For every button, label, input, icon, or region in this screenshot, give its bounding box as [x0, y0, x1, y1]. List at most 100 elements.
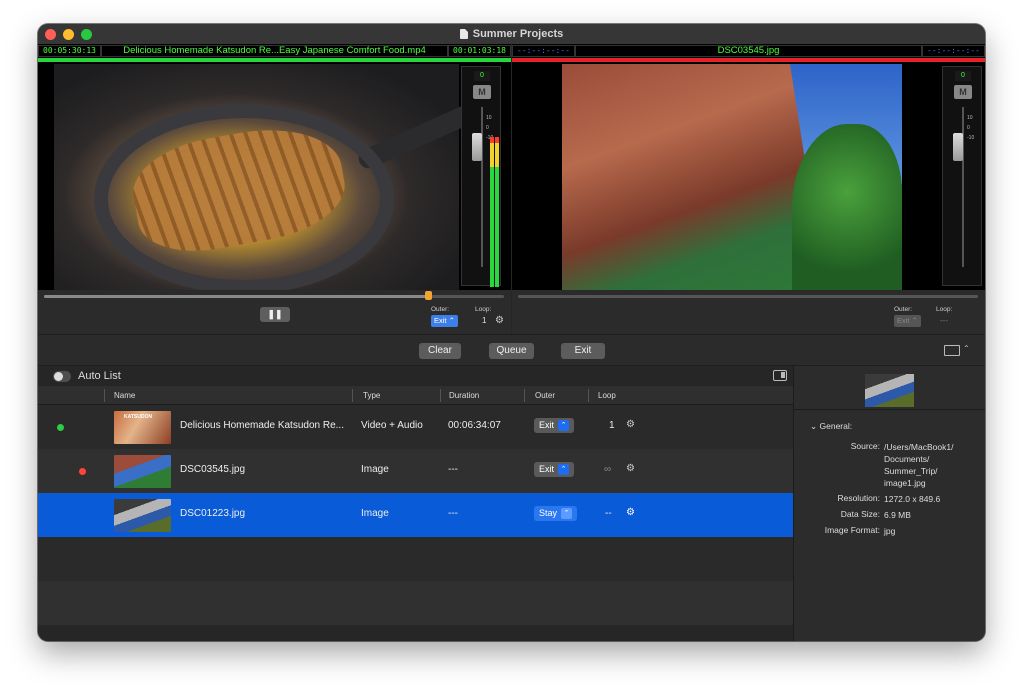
row-outer-select[interactable]: Exit ⌃ — [534, 418, 575, 433]
image-format-value: jpg — [884, 526, 896, 536]
column-separator — [524, 389, 525, 402]
right-fader-knob[interactable] — [953, 133, 963, 161]
empty-row — [38, 581, 793, 625]
right-mute-button[interactable]: M — [954, 85, 972, 99]
right-transport: Outer: Exit ⌃ Loop: --- — [512, 290, 985, 334]
source-value: /Users/MacBook1/ Documents/ Summer_Trip/… — [884, 441, 953, 489]
right-scrub-bar[interactable] — [518, 295, 978, 298]
source-line: /Users/MacBook1/ — [884, 442, 954, 452]
chevron-updown-icon: ⌃ — [561, 508, 573, 519]
auto-list-label: Auto List — [78, 370, 121, 382]
row-outer-select[interactable]: Stay ⌃ — [534, 506, 578, 521]
column-header-duration[interactable]: Duration — [449, 391, 479, 400]
right-preview-frame — [562, 64, 902, 290]
right-timecode-out: --:--:--:-- — [922, 45, 985, 57]
right-outer-value: Exit — [897, 316, 910, 325]
column-header-outer[interactable]: Outer — [535, 391, 555, 400]
left-scale-tick-2: 0 — [486, 125, 489, 131]
right-scale-tick-3: -10 — [967, 135, 975, 141]
resolution-value: 1272.0 x 849.6 — [884, 494, 941, 504]
row-duration: --- — [448, 508, 458, 519]
pause-button[interactable]: ❚❚ — [260, 307, 290, 322]
left-scrub-bar[interactable] — [44, 295, 504, 298]
right-preview-viewer[interactable]: 0 M 10 0 -10 — [512, 62, 985, 290]
left-timecode-out: 00:01:03:18 — [448, 45, 511, 57]
tree-graphic — [792, 124, 902, 290]
left-mute-button[interactable]: M — [473, 85, 491, 99]
right-loop-value: --- — [940, 316, 948, 325]
left-outer-select[interactable]: Exit ⌃ — [431, 315, 458, 327]
right-outer-select[interactable]: Exit ⌃ — [894, 315, 921, 327]
left-outer-value: Exit — [434, 316, 447, 325]
column-separator — [440, 389, 441, 402]
right-loop-label: Loop: — [936, 306, 953, 313]
left-loop-label: Loop: — [475, 306, 492, 313]
chevron-down-icon: ⌄ — [810, 421, 818, 431]
row-thumbnail — [114, 499, 171, 532]
resolution-label: Resolution: — [837, 493, 880, 503]
column-separator — [352, 389, 353, 402]
row-name: DSC01223.jpg — [180, 508, 246, 519]
inspector-thumbnail — [865, 374, 914, 407]
general-section-label: General: — [819, 421, 853, 431]
left-level-bar-r — [495, 137, 499, 287]
app-window: Summer Projects 00:05:30:13 Delicious Ho… — [38, 24, 985, 641]
row-name: Delicious Homemade Katsudon Re... — [180, 420, 344, 431]
left-loop-gear-icon[interactable]: ⚙ — [495, 315, 504, 326]
window-controls — [45, 29, 92, 40]
output-display-icon[interactable] — [944, 345, 960, 356]
right-timecode-in: --:--:--:-- — [512, 45, 575, 57]
clear-button[interactable]: Clear — [419, 343, 461, 359]
sidebar-toggle-icon[interactable] — [773, 370, 787, 381]
right-preview-filename: DSC03545.jpg — [574, 45, 923, 57]
document-icon — [459, 29, 468, 39]
row-gear-icon[interactable]: ⚙ — [626, 419, 635, 430]
close-button[interactable] — [45, 29, 56, 40]
left-preview-viewer[interactable]: 0 M 10 0 -10 — [38, 62, 511, 290]
minimize-button[interactable] — [63, 29, 74, 40]
inspector-thumbnail-area — [794, 366, 985, 410]
row-type: Image — [361, 508, 389, 519]
source-line: Summer_Trip/ — [884, 466, 938, 476]
chevron-updown-icon[interactable]: ⌃ — [963, 344, 970, 353]
table-header: Name Type Duration Outer Loop — [38, 386, 793, 405]
column-header-type[interactable]: Type — [363, 391, 380, 400]
table-row[interactable]: DSC03545.jpg Image --- Exit ⌃ ∞ ⚙ — [38, 449, 793, 493]
zoom-button[interactable] — [81, 29, 92, 40]
preview-right-timecode-bar: --:--:--:-- DSC03545.jpg --:--:--:-- — [512, 44, 985, 58]
left-audio-meter: 0 M 10 0 -10 — [461, 66, 501, 287]
empty-row — [38, 537, 793, 581]
left-fader-knob[interactable] — [472, 133, 482, 161]
table-row-selected[interactable]: DSC01223.jpg Image --- Stay ⌃ -- ⚙ — [38, 493, 793, 537]
left-preview-frame — [54, 64, 483, 290]
chevron-updown-icon: ⌃ — [558, 420, 570, 431]
column-header-loop[interactable]: Loop — [598, 391, 616, 400]
table-row[interactable]: Delicious Homemade Katsudon Re... Video … — [38, 405, 793, 449]
row-outer-value: Stay — [539, 508, 558, 518]
column-separator — [588, 389, 589, 402]
source-line: Documents/ — [884, 454, 930, 464]
row-loop: ∞ — [604, 464, 612, 475]
column-header-name[interactable]: Name — [114, 391, 135, 400]
inspector-panel: ⌄ General: Source: /Users/MacBook1/ Docu… — [794, 366, 985, 641]
right-level-readout: 0 — [955, 71, 971, 81]
image-format-label: Image Format: — [824, 525, 880, 535]
row-loop: -- — [605, 508, 612, 519]
row-outer-value: Exit — [539, 420, 555, 430]
left-playhead[interactable] — [425, 291, 432, 300]
general-section-header[interactable]: ⌄ General: — [810, 421, 852, 432]
queue-button[interactable]: Queue — [489, 343, 534, 359]
exit-button[interactable]: Exit — [561, 343, 605, 359]
row-gear-icon[interactable]: ⚙ — [626, 507, 635, 518]
row-outer-select[interactable]: Exit ⌃ — [534, 462, 575, 477]
auto-list-toggle[interactable] — [53, 370, 71, 382]
source-line: image1.jpg — [884, 478, 926, 488]
command-bar: Clear Queue Exit ⌃ — [38, 334, 985, 366]
right-scale-tick-1: 10 — [967, 115, 973, 121]
right-outer-label: Outer: — [894, 306, 913, 313]
chevron-updown-icon: ⌃ — [558, 464, 570, 475]
row-type: Video + Audio — [361, 420, 423, 431]
row-gear-icon[interactable]: ⚙ — [626, 463, 635, 474]
left-timecode-in: 00:05:30:13 — [38, 45, 101, 57]
status-dot — [57, 424, 64, 431]
